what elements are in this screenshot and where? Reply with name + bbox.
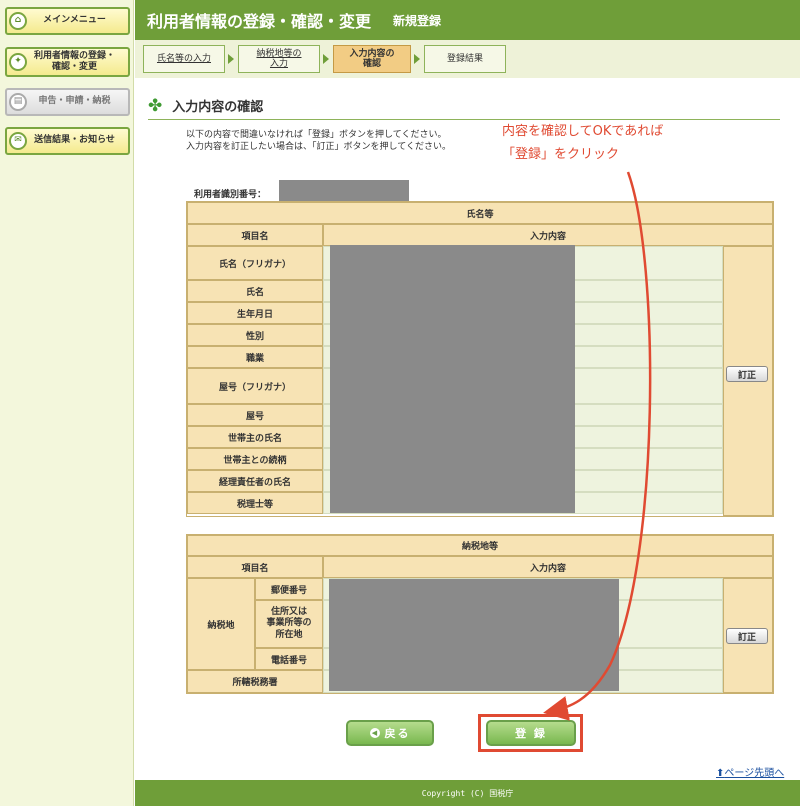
instructions: 以下の内容で間違いなければ「登録」ボタンを押してください。 入力内容を訂正したい… [186, 130, 451, 153]
col-header-value: 入力内容 [323, 556, 773, 578]
user-id-redacted [279, 180, 409, 201]
name-info-table: 氏名等 項目名 入力内容 氏名（フリガナ） 氏名 生年月日 性別 職業 屋号（フリガナ）屋… [186, 201, 774, 517]
row-label: 職業 [187, 346, 323, 368]
step-arrow-icon [414, 54, 420, 64]
row-label: 世帯主との続柄 [187, 448, 323, 470]
step-arrow-icon [323, 54, 329, 64]
table-title: 氏名等 [187, 202, 773, 224]
col-header-value: 入力内容 [323, 224, 773, 246]
house-icon: ⌂ [9, 12, 27, 30]
tax-place-label: 納税地 [187, 578, 255, 670]
step-label: 登録結果 [446, 53, 483, 64]
redacted-values [330, 245, 575, 513]
page-top-link[interactable]: ⬆ページ先頭へ [716, 764, 784, 779]
sidebar-item-label: 送信結果・お知らせ [34, 135, 115, 146]
annotation-line: 内容を確認してOKであれば [502, 124, 664, 139]
sidebar-item-label: 利用者情報の登録・ 確認・変更 [33, 50, 115, 72]
step-label: 入力内容の 確認 [349, 48, 395, 69]
instruction-line: 入力内容を訂正したい場合は、「訂正」ボタンを押してください。 [186, 141, 451, 152]
mail-icon: ✉ [9, 132, 27, 150]
step-label: 納税地等の 入力 [256, 48, 302, 69]
row-label: 生年月日 [187, 302, 323, 324]
page-top-label: ページ先頭へ [724, 768, 785, 779]
phone-label: 電話番号 [255, 648, 323, 670]
header-subtitle: 新規登録 [393, 13, 442, 28]
back-button-label: 戻る [384, 727, 411, 740]
row-label: 氏名 [187, 280, 323, 302]
sidebar-item-filing[interactable]: ▤ 申告・申請・納税 [5, 88, 130, 116]
col-header-item: 項目名 [187, 556, 323, 578]
sidebar: ⌂ メインメニュー ✦ 利用者情報の登録・ 確認・変更 ▤ 申告・申請・納税 ✉… [0, 0, 134, 806]
annotation-line: 「登録」をクリック [502, 147, 620, 163]
row-label: 屋号 [187, 404, 323, 426]
step-result: 登録結果 [424, 45, 506, 73]
row-label: 世帯主の氏名 [187, 426, 323, 448]
back-arrow-icon: ◀ [369, 728, 380, 738]
step-tax-place-input[interactable]: 納税地等の 入力 [238, 45, 320, 73]
user-id-label: 利用者識別番号： [194, 190, 267, 200]
register-button[interactable]: 登 録 [486, 720, 576, 746]
address-label: 住所又は 事業所等の 所在地 [255, 600, 323, 648]
clover-icon: ✤ [148, 95, 163, 116]
row-label: 屋号（フリガナ） [187, 368, 323, 404]
sidebar-item-label: メインメニュー [43, 15, 106, 26]
document-icon: ▤ [9, 93, 27, 111]
back-button[interactable]: ◀ 戻る [346, 720, 434, 746]
row-label: 経理責任者の氏名 [187, 470, 323, 492]
sidebar-item-results[interactable]: ✉ 送信結果・お知らせ [5, 127, 130, 155]
row-label: 氏名（フリガナ） [187, 246, 323, 280]
step-indicator: 氏名等の入力 納税地等の 入力 入力内容の 確認 登録結果 [135, 40, 800, 78]
step-arrow-icon [228, 54, 234, 64]
instruction-line: 以下の内容で間違いなければ「登録」ボタンを押してください。 [186, 130, 447, 140]
tax-office-label: 所轄税務署 [187, 670, 323, 693]
col-header-item: 項目名 [187, 224, 323, 246]
table-title: 納税地等 [187, 535, 773, 556]
row-label: 性別 [187, 324, 323, 346]
page-title-text: 入力内容の確認 [172, 100, 264, 115]
page-header: 利用者情報の登録・確認・変更 新規登録 [135, 0, 800, 40]
correct-button[interactable]: 訂正 [726, 628, 768, 644]
footer: Copyright (C) 国税庁 [135, 780, 800, 806]
sidebar-item-label: 申告・申請・納税 [38, 96, 111, 107]
page-title: ✤ 入力内容の確認 [148, 92, 780, 120]
step-confirm: 入力内容の 確認 [333, 45, 411, 73]
header-title: 利用者情報の登録・確認・変更 [147, 12, 372, 31]
settings-icon: ✦ [9, 53, 27, 71]
correct-button[interactable]: 訂正 [726, 366, 768, 382]
step-label: 氏名等の入力 [156, 53, 211, 64]
postal-code-label: 郵便番号 [255, 578, 323, 600]
annotation: 内容を確認してOKであれば 「登録」をクリック [502, 120, 663, 167]
redacted-values [329, 579, 619, 691]
sidebar-item-user-info[interactable]: ✦ 利用者情報の登録・ 確認・変更 [5, 47, 130, 77]
step-name-input[interactable]: 氏名等の入力 [143, 45, 225, 73]
sidebar-item-main-menu[interactable]: ⌂ メインメニュー [5, 7, 130, 35]
row-label: 税理士等 [187, 492, 323, 514]
tax-place-table: 納税地等 項目名 入力内容 納税地 郵便番号 住所又は 事業所等の 所在地 電話… [186, 534, 774, 694]
